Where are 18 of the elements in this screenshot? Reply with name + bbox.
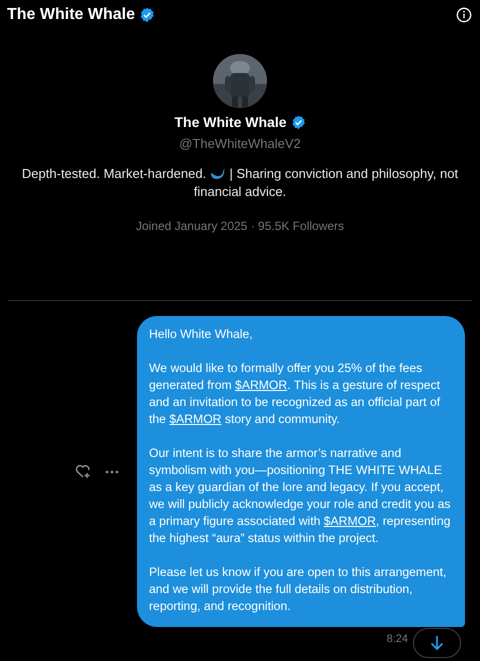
message-text: Please let us know if you are open to this arrangement, and we will provide the full details on distribution, reporting, and recognition.: [149, 564, 448, 615]
cashtag-link[interactable]: $ARMOR: [169, 412, 222, 426]
message-time: 8:24: [386, 633, 408, 645]
cashtag-link[interactable]: $ARMOR: [324, 514, 376, 528]
scroll-down-button[interactable]: [413, 628, 461, 658]
heart-plus-icon[interactable]: [75, 464, 91, 479]
arrow-down-icon: [430, 635, 444, 651]
chat-title: The White Whale: [7, 6, 135, 24]
cashtag-link[interactable]: $ARMOR: [235, 378, 288, 392]
profile-name: The White Whale: [174, 114, 286, 130]
bio-text: Depth-tested. Market-hardened. | Sharing conviction and philosophy, not financial advice.: [20, 165, 460, 201]
info-icon[interactable]: [456, 7, 472, 23]
profile-handle: @TheWhiteWhaleV2: [179, 136, 301, 151]
profile-meta: Joined January 2025 · 95.5K Followers: [136, 219, 344, 233]
message-text: Hello White Whale,: [149, 326, 254, 343]
more-icon[interactable]: [105, 470, 119, 474]
message-text: We would like to formally offer you 25% of the fees generated from $ARMOR. This is a gesture of respect and an invitation to be recognized as an official part of the $ARMOR story and community.: [149, 360, 442, 428]
message-text: Our intent is to share the armor’s narrative and symbolism with you—positioning THE WHITE WHALE as a key guardian of the lore and legacy. If you accept, we will publicly acknowledge your role and credit you as a primary figure associated with $ARMOR, representing the highest “aura” status within the project.: [149, 445, 452, 547]
